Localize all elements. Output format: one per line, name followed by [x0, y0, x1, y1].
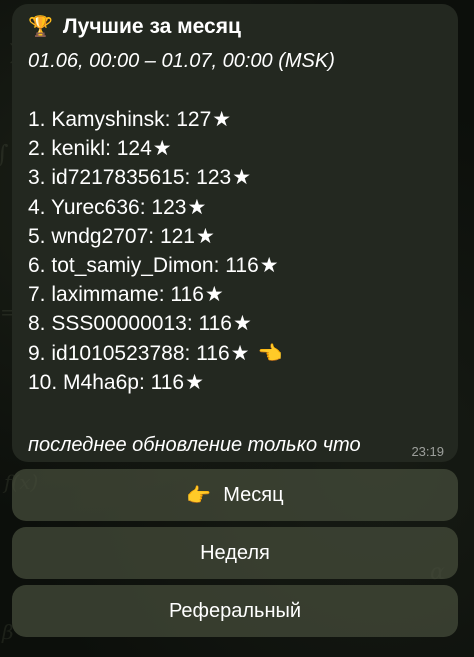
last-update-note: последнее обновление только что — [28, 434, 361, 456]
period-range: 01.06, 00:00 – 01.07, 00:00 (MSK) — [28, 50, 335, 72]
leaderboard-row: 10. M4ha6p: 116★ — [28, 370, 204, 394]
week-button-label: Неделя — [200, 541, 270, 564]
pointing-left-hand-icon: 👈 — [257, 342, 283, 365]
month-button[interactable]: 👉 Месяц — [12, 469, 458, 521]
leaderboard-row: 7. laximmame: 116★ — [28, 283, 224, 307]
leaderboard-row: 5. wndg2707: 121★ — [28, 224, 215, 248]
week-button[interactable]: Неделя — [12, 527, 458, 579]
title-text: Лучшие за месяц — [62, 14, 241, 38]
pointing-right-hand-icon: 👉 — [186, 484, 212, 507]
star-icon: ★ — [232, 166, 252, 190]
leaderboard-row: 2. kenikl: 124★ — [28, 137, 172, 161]
referral-button-label: Реферальный — [168, 599, 302, 622]
message-time: 23:19 — [411, 444, 444, 459]
trophy-icon: 🏆 — [28, 16, 53, 38]
star-icon: ★ — [230, 341, 250, 365]
star-icon: ★ — [187, 195, 207, 219]
star-icon: ★ — [185, 370, 204, 394]
star-icon: ★ — [152, 137, 172, 161]
star-icon: ★ — [196, 224, 215, 248]
leaderboard-row: 8. SSS00000013: 116★ — [28, 312, 252, 336]
leaderboard-row: 3. id7217835615: 123★ — [28, 166, 252, 190]
star-icon: ★ — [212, 108, 232, 131]
star-icon: ★ — [204, 283, 224, 307]
star-icon: ★ — [259, 253, 279, 277]
leaderboard-row: 4. Yurec636: 123★ — [28, 195, 207, 219]
leaderboard-row: 1. Kamyshinsk: 127★ — [28, 108, 232, 131]
leaderboard-list: 1. Kamyshinsk: 127★ 2. kenikl: 124★ 3. i… — [28, 105, 282, 397]
referral-button[interactable]: Реферальный — [12, 585, 458, 637]
leaderboard-message: 🏆 Лучшие за месяц 01.06, 00:00 – 01.07, … — [12, 4, 458, 462]
month-button-label: Месяц — [223, 483, 284, 506]
star-icon: ★ — [232, 312, 252, 336]
message-title: 🏆 Лучшие за месяц — [28, 14, 241, 39]
leaderboard-row-current-user: 9. id1010523788: 116★ 👈 — [28, 341, 283, 365]
leaderboard-row: 6. tot_samiy_Dimon: 116★ — [28, 253, 279, 277]
